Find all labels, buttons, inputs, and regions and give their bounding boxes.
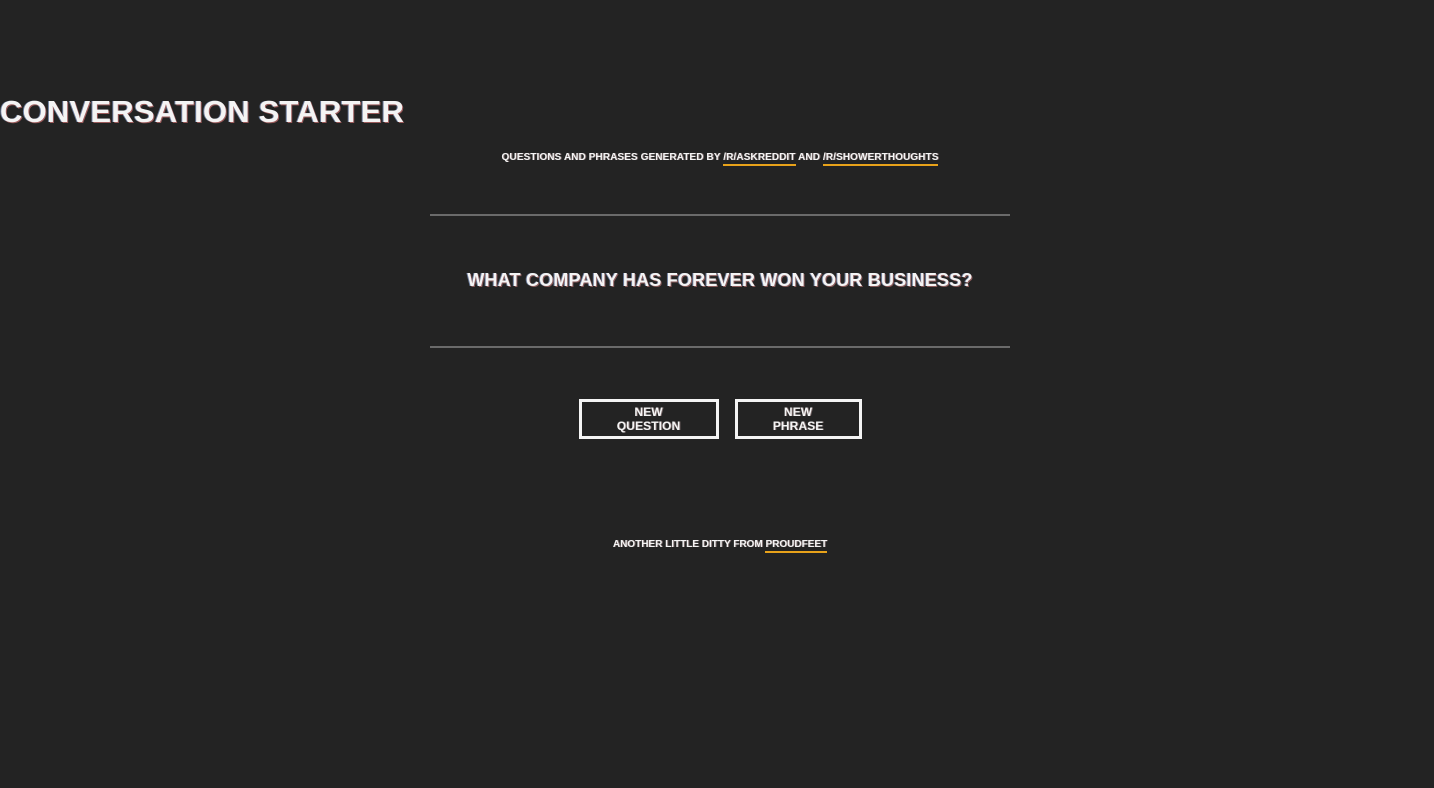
bottom-divider: [430, 346, 1010, 348]
top-divider: [430, 214, 1010, 216]
subtitle-prefix: QUESTIONS AND PHRASES GENERATED BY: [501, 152, 724, 163]
page-subtitle: QUESTIONS AND PHRASES GENERATED BY /R/AS…: [0, 152, 1434, 166]
footer-prefix: ANOTHER LITTLE DITTY FROM: [612, 539, 766, 550]
showerthoughts-link[interactable]: /R/SHOWERTHOUGHTS: [822, 152, 939, 166]
footer-credit: ANOTHER LITTLE DITTY FROM PROUDFEET: [0, 539, 1434, 553]
question-text: WHAT COMPANY HAS FOREVER WON YOUR BUSINE…: [467, 270, 973, 290]
button-group: NEW QUESTION NEW PHRASE: [0, 399, 1434, 439]
new-phrase-button[interactable]: NEW PHRASE: [734, 399, 862, 439]
askreddit-link[interactable]: /R/ASKREDDIT: [723, 152, 796, 166]
page: CONVERSATION STARTER QUESTIONS AND PHRAS…: [0, 0, 1434, 788]
subtitle-and: AND: [795, 152, 823, 163]
page-title: CONVERSATION STARTER: [0, 94, 405, 129]
new-question-button[interactable]: NEW QUESTION: [578, 399, 719, 439]
proudfeet-link[interactable]: PROUDFEET: [765, 539, 828, 553]
